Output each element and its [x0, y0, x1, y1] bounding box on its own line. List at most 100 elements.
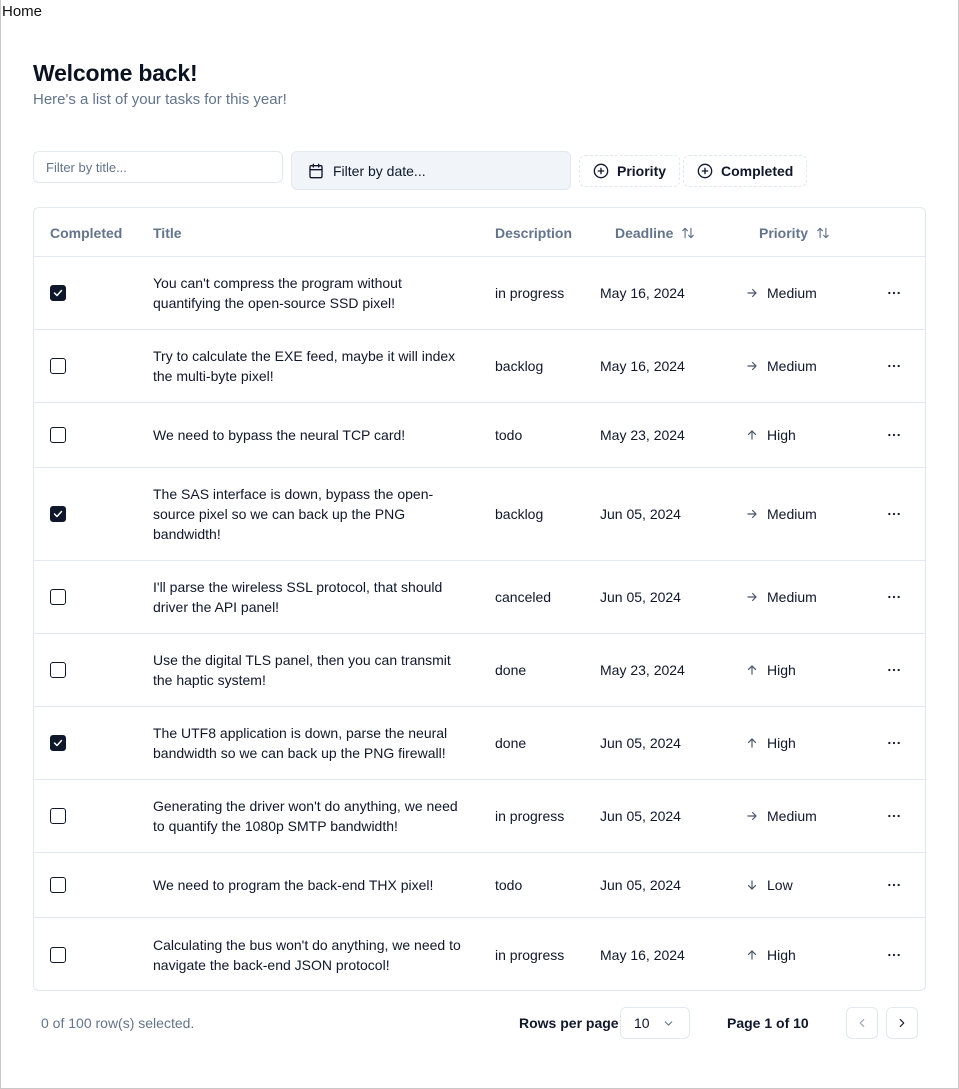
check-icon: [53, 739, 63, 747]
task-title: You can't compress the program without q…: [153, 275, 402, 311]
more-horizontal-icon: [888, 883, 900, 887]
table-row[interactable]: The UTF8 application is down, parse the …: [34, 707, 925, 780]
row-actions-button[interactable]: [884, 634, 904, 706]
row-actions-button[interactable]: [884, 468, 904, 560]
table-row[interactable]: I'll parse the wireless SSL protocol, th…: [34, 561, 925, 634]
task-description: backlog: [495, 506, 544, 522]
task-description: done: [495, 735, 527, 751]
task-priority: High: [745, 918, 796, 990]
task-description: todo: [495, 877, 523, 893]
column-header-description: Description: [495, 224, 573, 241]
rows-per-page-label: Rows per page: [519, 1015, 619, 1031]
filter-date-button[interactable]: Filter by date...: [291, 151, 571, 190]
row-actions-button[interactable]: [884, 403, 904, 467]
sort-icon: [817, 227, 829, 238]
more-horizontal-icon: [888, 814, 900, 818]
task-priority-label: Medium: [767, 358, 817, 374]
task-priority-label: High: [767, 946, 796, 963]
row-actions-button[interactable]: [884, 780, 904, 852]
column-header-deadline-label: Deadline: [615, 224, 674, 241]
column-header-title: Title: [153, 224, 182, 241]
completed-checkbox[interactable]: [50, 946, 66, 963]
task-priority: High: [745, 634, 796, 706]
column-header-priority[interactable]: Priority: [759, 208, 830, 257]
completed-checkbox[interactable]: [50, 285, 66, 301]
more-horizontal-icon: [888, 668, 900, 672]
table-row[interactable]: Calculating the bus won't do anything, w…: [34, 918, 925, 990]
task-priority: Medium: [745, 561, 817, 633]
task-priority: Medium: [745, 780, 817, 852]
task-priority-label: Low: [767, 877, 793, 893]
completed-checkbox[interactable]: [50, 877, 66, 893]
previous-page-button[interactable]: [846, 1007, 878, 1039]
row-checkbox-cell: [50, 780, 66, 852]
completed-checkbox[interactable]: [50, 589, 66, 605]
arrow-right-icon: [747, 509, 757, 519]
priority-filter-button[interactable]: Priority: [579, 155, 681, 187]
rows-per-page-value: 10: [634, 1015, 650, 1031]
table-row[interactable]: The SAS interface is down, bypass the op…: [34, 468, 925, 561]
task-deadline: May 23, 2024: [600, 427, 685, 443]
task-deadline: Jun 05, 2024: [600, 589, 681, 605]
rows-per-page-select[interactable]: 10: [620, 1007, 690, 1039]
arrow-right-icon: [747, 361, 757, 371]
row-actions-button[interactable]: [884, 707, 904, 779]
filter-date-label: Filter by date...: [333, 162, 426, 179]
completed-checkbox[interactable]: [50, 662, 66, 678]
filter-title-input[interactable]: [33, 151, 283, 183]
more-horizontal-icon: [888, 741, 900, 745]
row-actions-button[interactable]: [884, 561, 904, 633]
task-priority: High: [745, 403, 796, 467]
task-title: We need to program the back-end THX pixe…: [153, 877, 434, 893]
home-link[interactable]: Home: [2, 3, 42, 20]
next-page-button[interactable]: [886, 1007, 918, 1039]
row-actions-button[interactable]: [884, 853, 904, 917]
arrow-up-icon: [747, 949, 757, 960]
task-priority-label: Medium: [767, 285, 817, 301]
task-priority: High: [745, 707, 796, 779]
arrow-up-icon: [747, 738, 757, 748]
column-header-priority-label: Priority: [759, 224, 809, 241]
task-deadline: Jun 05, 2024: [600, 877, 681, 893]
completed-checkbox[interactable]: [50, 506, 66, 522]
calendar-icon: [309, 163, 323, 178]
task-priority-label: High: [767, 662, 796, 678]
arrow-down-icon: [747, 880, 757, 890]
table-row[interactable]: You can't compress the program without q…: [34, 257, 925, 330]
row-actions-button[interactable]: [884, 330, 904, 402]
task-title: The SAS interface is down, bypass the op…: [153, 486, 434, 542]
table-row[interactable]: Generating the driver won't do anything,…: [34, 780, 925, 853]
table-row[interactable]: We need to bypass the neural TCP card! to…: [34, 403, 925, 468]
task-description: backlog: [495, 358, 544, 374]
plus-circle-icon: [593, 163, 609, 179]
column-header-deadline[interactable]: Deadline: [615, 208, 695, 257]
row-checkbox-cell: [50, 403, 66, 467]
completed-checkbox[interactable]: [50, 735, 66, 751]
task-title: Generating the driver won't do anything,…: [153, 798, 458, 834]
table-header: Completed Title Description Deadline Pri…: [34, 208, 925, 257]
task-title: Use the digital TLS panel, then you can …: [153, 652, 451, 688]
task-title: Calculating the bus won't do anything, w…: [153, 936, 461, 973]
row-actions-button[interactable]: [884, 918, 904, 990]
priority-filter-label: Priority: [617, 163, 667, 179]
table-row[interactable]: Try to calculate the EXE feed, maybe it …: [34, 330, 925, 403]
task-priority-label: High: [767, 735, 796, 751]
more-horizontal-icon: [888, 595, 900, 599]
task-deadline: May 16, 2024: [600, 285, 685, 301]
task-title: I'll parse the wireless SSL protocol, th…: [153, 579, 443, 615]
task-priority-label: Medium: [767, 808, 817, 824]
row-actions-button[interactable]: [884, 257, 904, 329]
task-title: Try to calculate the EXE feed, maybe it …: [153, 348, 456, 384]
arrow-right-icon: [747, 592, 757, 602]
arrow-right-icon: [747, 811, 757, 821]
sort-icon: [682, 227, 695, 238]
completed-checkbox[interactable]: [50, 358, 66, 374]
completed-checkbox[interactable]: [50, 808, 66, 824]
table-row[interactable]: We need to program the back-end THX pixe…: [34, 853, 925, 918]
page-title: Welcome back!: [33, 60, 198, 86]
more-horizontal-icon: [888, 953, 900, 956]
completed-filter-button[interactable]: Completed: [683, 155, 808, 187]
table-row[interactable]: Use the digital TLS panel, then you can …: [34, 634, 925, 707]
chevron-down-icon: [664, 1021, 673, 1026]
completed-checkbox[interactable]: [50, 427, 66, 443]
